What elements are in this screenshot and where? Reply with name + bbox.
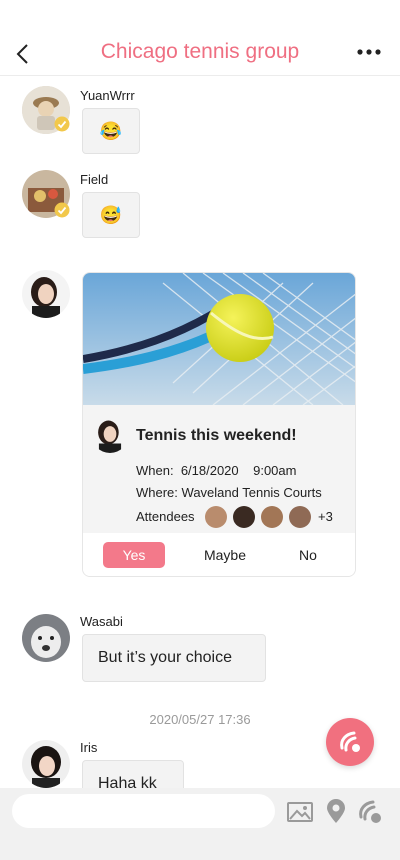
- when-label: When:: [136, 463, 174, 478]
- verified-badge-icon: [54, 116, 70, 132]
- event-location: Waveland Tennis Courts: [181, 485, 322, 500]
- rsvp-bar: Yes Maybe No: [83, 533, 355, 576]
- rsvp-yes-button[interactable]: Yes: [103, 542, 165, 568]
- event-card[interactable]: Tennis this weekend! When: 6/18/2020 9:0…: [82, 272, 356, 577]
- message-bubble[interactable]: Haha kk: [82, 760, 184, 788]
- avatar-image: [22, 614, 70, 662]
- image-icon[interactable]: [286, 798, 314, 826]
- avatar[interactable]: [22, 614, 70, 662]
- tennis-ball-image: [83, 273, 355, 405]
- sender-name: YuanWrrr: [80, 88, 135, 103]
- tennis-racket-icon: [340, 731, 360, 752]
- message-input[interactable]: [12, 794, 275, 828]
- attendee-avatar[interactable]: [289, 506, 311, 528]
- where-label: Where:: [136, 485, 178, 500]
- avatar-image: [22, 270, 70, 318]
- composer-bar: [0, 788, 400, 860]
- more-dots-icon[interactable]: [356, 44, 382, 60]
- page-title: Chicago tennis group: [100, 40, 300, 63]
- tennis-racket-icon[interactable]: [356, 798, 384, 826]
- top-bar: Chicago tennis group: [0, 0, 400, 76]
- avatar: [91, 415, 129, 453]
- avatar[interactable]: [22, 270, 70, 318]
- verified-badge-icon: [54, 202, 70, 218]
- avatar-image: [91, 415, 129, 453]
- sender-name: Wasabi: [80, 614, 123, 629]
- attendees-label: Attendees: [136, 509, 195, 524]
- location-pin-icon[interactable]: [322, 798, 350, 826]
- message-bubble[interactable]: 😅: [82, 192, 140, 238]
- rsvp-maybe-button[interactable]: Maybe: [195, 542, 255, 568]
- chat-thread[interactable]: YuanWrrr 😂 Field 😅 Tennis this weekend! …: [0, 76, 400, 788]
- event-time: 9:00am: [253, 463, 297, 478]
- avatar[interactable]: [22, 740, 70, 788]
- event-title: Tennis this weekend!: [136, 427, 297, 444]
- attendee-avatar[interactable]: [233, 506, 255, 528]
- event-date: 6/18/2020: [180, 463, 239, 478]
- message-bubble[interactable]: But it’s your choice: [82, 634, 266, 682]
- attendee-avatar[interactable]: [205, 506, 227, 528]
- sender-name: Field: [80, 172, 109, 187]
- message-bubble[interactable]: 😂: [82, 108, 140, 154]
- event-where: Where: Waveland Tennis Courts: [136, 485, 322, 500]
- extra-attendees-count[interactable]: +3: [318, 509, 333, 524]
- rsvp-no-button[interactable]: No: [283, 542, 333, 568]
- attendee-avatar[interactable]: [261, 506, 283, 528]
- avatar-image: [22, 740, 70, 788]
- sender-name: Iris: [80, 740, 98, 755]
- event-when: When: 6/18/2020 9:00am: [136, 463, 296, 478]
- tennis-racket-fab-button[interactable]: [326, 718, 374, 766]
